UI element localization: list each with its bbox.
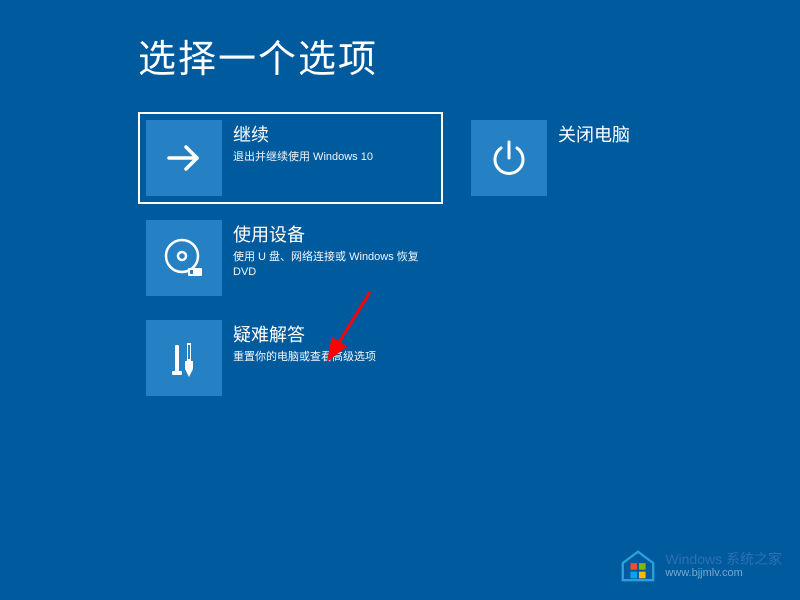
disc-icon: [146, 220, 222, 296]
shutdown-title: 关闭电脑: [558, 121, 652, 147]
continue-subtitle: 退出并继续使用 Windows 10: [233, 150, 432, 165]
arrow-right-icon: [146, 120, 222, 196]
power-icon: [471, 120, 547, 196]
use-device-option[interactable]: 使用设备 使用 U 盘、网络连接或 Windows 恢复 DVD: [138, 212, 443, 304]
shutdown-option[interactable]: 关闭电脑: [463, 112, 663, 204]
page-title: 选择一个选项: [138, 28, 378, 83]
use-device-subtitle: 使用 U 盘、网络连接或 Windows 恢复 DVD: [233, 250, 432, 281]
watermark-title: Windows 系统之家: [665, 551, 782, 567]
watermark-url: www.bjjmlv.com: [665, 567, 782, 580]
watermark: Windows 系统之家 www.bjjmlv.com: [619, 546, 782, 584]
troubleshoot-subtitle: 重置你的电脑或查看高级选项: [233, 350, 432, 365]
watermark-logo-icon: [619, 546, 657, 584]
troubleshoot-title: 疑难解答: [233, 321, 432, 347]
use-device-title: 使用设备: [233, 221, 432, 247]
continue-option[interactable]: 继续 退出并继续使用 Windows 10: [138, 112, 443, 204]
continue-title: 继续: [233, 121, 432, 147]
options-container: 继续 退出并继续使用 Windows 10 关闭电脑: [138, 112, 663, 412]
troubleshoot-option[interactable]: 疑难解答 重置你的电脑或查看高级选项: [138, 312, 443, 404]
tools-icon: [146, 320, 222, 396]
